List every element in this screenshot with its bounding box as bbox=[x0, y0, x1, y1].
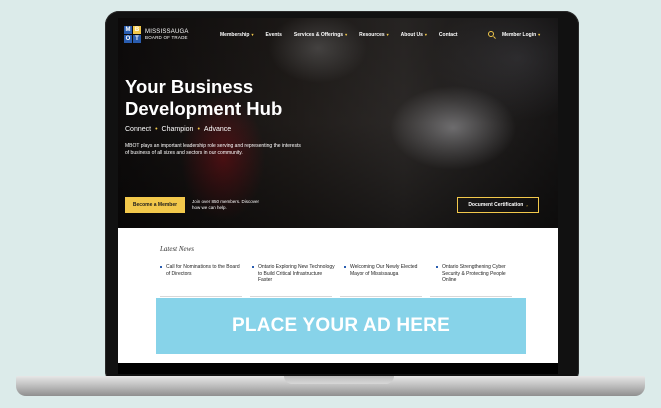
nav-menu: Membership ▾ Events Services & Offerings ▾… bbox=[220, 32, 458, 38]
member-login-label: Member Login bbox=[502, 32, 537, 38]
news-item[interactable]: Ontario Strengthening Cyber Security & P… bbox=[436, 264, 520, 284]
tagline-advance: Advance bbox=[203, 126, 232, 133]
member-login-button[interactable]: Member Login ▾ bbox=[502, 32, 540, 38]
logo-line-2: BOARD OF TRADE bbox=[145, 34, 188, 40]
join-members-text: Join over 850 members. Discover how we c… bbox=[192, 199, 260, 210]
become-member-button[interactable]: Become a Member bbox=[125, 197, 185, 213]
top-navigation: M B O T MISSISSAUGA BOARD OF TRADE Membe… bbox=[118, 18, 558, 52]
chevron-down-icon: ▾ bbox=[251, 32, 254, 37]
nav-item-resources[interactable]: Resources ▾ bbox=[359, 32, 389, 38]
nav-item-label: Contact bbox=[438, 32, 458, 38]
laptop-screen: M B O T MISSISSAUGA BOARD OF TRADE Membe… bbox=[118, 18, 558, 374]
logo-line-1: MISSISSAUGA bbox=[145, 28, 189, 35]
content-area: Latest News Call for Nominations to the … bbox=[118, 228, 558, 374]
nav-item-contact[interactable]: Contact bbox=[439, 32, 458, 38]
nav-item-label: Services & Offerings bbox=[293, 32, 344, 38]
hero-description: MBOT plays an important leadership role … bbox=[125, 143, 301, 156]
nav-item-label: Resources bbox=[359, 32, 385, 38]
search-icon[interactable] bbox=[488, 31, 494, 37]
nav-item-label: Events bbox=[265, 32, 282, 38]
bullet-icon: • bbox=[197, 126, 200, 133]
tagline-connect: Connect bbox=[125, 126, 152, 133]
logo-letter-t: T bbox=[133, 35, 141, 43]
logo-letter-m: M bbox=[124, 26, 132, 34]
news-item[interactable]: Ontario Exploring New Technology to Buil… bbox=[252, 264, 336, 284]
chevron-down-icon: ▾ bbox=[538, 32, 541, 37]
logo-grid: M B O T bbox=[124, 26, 141, 43]
logo-letter-o: O bbox=[124, 35, 132, 43]
bullet-icon: • bbox=[155, 126, 158, 133]
news-list: Call for Nominations to the Board of Dir… bbox=[160, 264, 520, 284]
chevron-right-icon: › bbox=[526, 202, 528, 208]
news-divider bbox=[160, 296, 520, 297]
hero-section: M B O T MISSISSAUGA BOARD OF TRADE Membe… bbox=[118, 18, 558, 228]
chevron-down-icon: ▾ bbox=[424, 32, 427, 37]
nav-item-events[interactable]: Events bbox=[265, 32, 281, 38]
logo-wordmark: MISSISSAUGA BOARD OF TRADE bbox=[145, 28, 189, 40]
hero-tagline: Connect • Champion • Advance bbox=[125, 126, 315, 133]
document-certification-button[interactable]: Document Certification › bbox=[457, 197, 539, 213]
hero-content: Your Business Development Hub Connect • Ch… bbox=[125, 76, 315, 157]
tagline-champion: Champion bbox=[161, 126, 194, 133]
nav-item-services[interactable]: Services & Offerings ▾ bbox=[294, 32, 347, 38]
mbot-logo[interactable]: M B O T MISSISSAUGA BOARD OF TRADE bbox=[124, 26, 189, 43]
news-panel: Latest News Call for Nominations to the … bbox=[118, 228, 558, 363]
news-item[interactable]: Call for Nominations to the Board of Dir… bbox=[160, 264, 244, 284]
document-certification-label: Document Certification bbox=[468, 202, 524, 208]
nav-item-label: About Us bbox=[400, 32, 423, 38]
chevron-down-icon: ▾ bbox=[345, 32, 348, 37]
nav-item-membership[interactable]: Membership ▾ bbox=[220, 32, 253, 38]
hero-title: Your Business Development Hub bbox=[125, 76, 283, 119]
chevron-down-icon: ▾ bbox=[386, 32, 389, 37]
ad-banner[interactable]: PLACE YOUR AD HERE bbox=[156, 298, 526, 354]
nav-item-label: Membership bbox=[220, 32, 250, 38]
nav-item-about[interactable]: About Us ▾ bbox=[401, 32, 427, 38]
latest-news-heading: Latest News bbox=[160, 245, 195, 253]
laptop-base-notch bbox=[284, 376, 394, 384]
logo-letter-b: B bbox=[133, 26, 141, 34]
news-item[interactable]: Welcoming Our Newly Elected Mayor of Mis… bbox=[344, 264, 428, 284]
